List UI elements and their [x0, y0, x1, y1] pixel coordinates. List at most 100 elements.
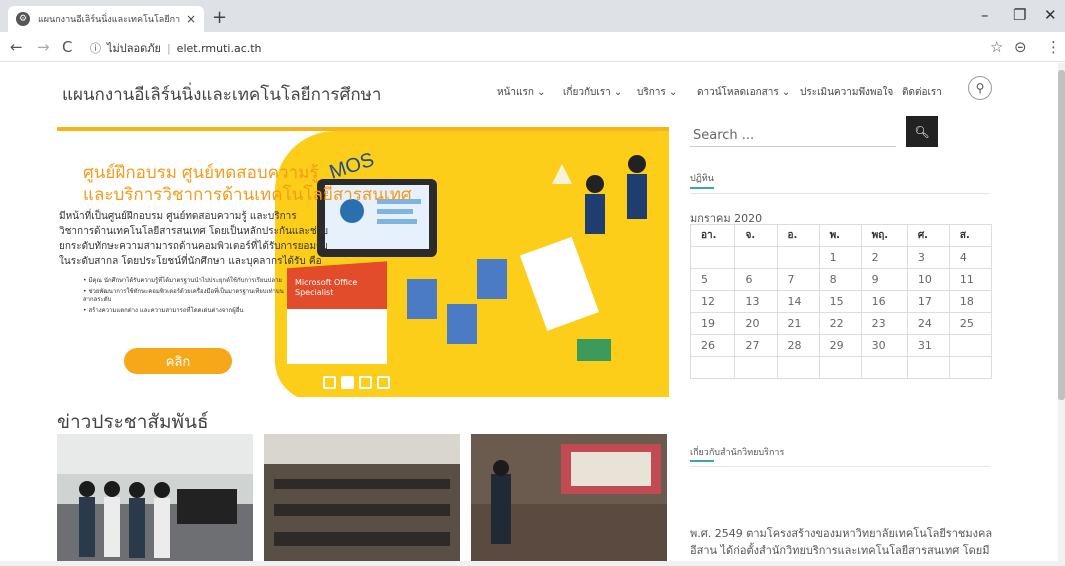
banner-list: มีคุณ นักศึกษาได้รับความรู้ที่ได้มาตรฐาน…	[83, 277, 293, 318]
browser-tab[interactable]: ⚙ แผนกงานอีเลิร์นนิ่งและเทคโนโลยีการศึก …	[8, 6, 204, 32]
calendar-day-cell[interactable]: 13	[734, 290, 778, 313]
calendar-day-cell[interactable]: 16	[860, 290, 908, 313]
nav-downloads[interactable]: ดาวน์โหลดเอกสาร ⌄	[697, 85, 790, 100]
calendar-day-cell[interactable]: 8	[818, 268, 862, 291]
nav-survey[interactable]: ประเมินความพึงพอใจ	[800, 85, 893, 100]
slide-dot-1[interactable]	[323, 376, 336, 389]
calendar-day-cell[interactable]: 11	[948, 268, 993, 291]
scrollbar-thumb[interactable]	[1058, 70, 1065, 400]
bookmark-star-icon[interactable]: ☆	[990, 38, 1003, 56]
calendar-day-cell[interactable]: 1	[818, 246, 862, 269]
calendar-day-cell[interactable]: 29	[818, 334, 862, 357]
calendar-day-cell[interactable]: 20	[734, 312, 778, 335]
calendar-day-cell[interactable]: 12	[689, 290, 736, 313]
about-widget-title: เกี่ยวกับสำนักวิทยบริการ	[690, 448, 785, 458]
calendar-day-cell[interactable]: 4	[948, 246, 993, 269]
calendar-day-cell	[948, 356, 993, 379]
calendar-day-cell[interactable]: 5	[689, 268, 736, 291]
money-shape	[577, 339, 611, 361]
news-photo-2[interactable]	[264, 434, 460, 561]
close-tab-icon[interactable]: ×	[186, 12, 196, 26]
calendar-week-row	[689, 356, 993, 379]
calendar-day-cell[interactable]: 22	[818, 312, 862, 335]
calendar-day-cell[interactable]: 14	[776, 290, 820, 313]
banner-click-button[interactable]: คลิก	[124, 348, 232, 374]
calendar-day-cell	[776, 246, 820, 269]
slide-dot-3[interactable]	[359, 376, 372, 389]
news-photo-1[interactable]	[57, 434, 253, 561]
mos-label: MOS	[327, 149, 377, 184]
horizontal-scrollbar[interactable]	[0, 561, 1065, 566]
calendar-week-row: 12 13 14 15 16 17 18	[689, 290, 993, 313]
calendar-day-cell[interactable]: 23	[860, 312, 908, 335]
banner-paragraph: มีหน้าที่เป็นศูนย์ฝึกอบรม ศูนย์ทดสอบความ…	[59, 211, 329, 267]
profile-icon[interactable]: ⊝	[1014, 38, 1027, 56]
calendar-day-cell[interactable]: 2	[860, 246, 908, 269]
omnibox[interactable]: ⓘ ไม่ปลอดภัย | elet.rmuti.ac.th	[90, 38, 975, 58]
calendar-day-cell[interactable]: 19	[689, 312, 736, 335]
nav-about[interactable]: เกี่ยวกับเรา ⌄	[563, 85, 622, 100]
calendar-day-cell[interactable]: 17	[906, 290, 950, 313]
banner-list-item: มีคุณ นักศึกษาได้รับความรู้ที่ได้มาตรฐาน…	[83, 277, 293, 285]
calendar-day-cell[interactable]: 27	[734, 334, 778, 357]
calendar-day-cell[interactable]: 6	[734, 268, 778, 291]
window-close-icon[interactable]: ✕	[1044, 6, 1057, 24]
calendar-day-cell[interactable]: 18	[948, 290, 993, 313]
slider-dots	[323, 376, 390, 389]
calendar-day-cell[interactable]: 15	[818, 290, 862, 313]
calendar-day-cell	[776, 356, 820, 379]
forward-icon[interactable]: →	[37, 38, 50, 56]
calendar-day-cell[interactable]: 3	[906, 246, 950, 269]
calendar-day-cell	[689, 356, 736, 379]
security-label: ไม่ปลอดภัย	[107, 42, 161, 55]
calendar-day-cell[interactable]: 7	[776, 268, 820, 291]
nav-services[interactable]: บริการ ⌄	[637, 85, 677, 100]
about-title-rule	[690, 466, 990, 467]
tab-strip: ⚙ แผนกงานอีเลิร์นนิ่งและเทคโนโลยีการศึก …	[0, 0, 1065, 32]
calendar-day-cell	[734, 356, 778, 379]
about-title-underline	[690, 460, 714, 462]
calendar-widget-title: ปฏิทิน	[690, 174, 714, 184]
news-photo-3[interactable]	[471, 434, 667, 561]
reload-icon[interactable]: C	[62, 38, 72, 56]
ms-office-line2: Specialist	[295, 288, 333, 297]
lightbulb-shape	[552, 164, 572, 184]
nav-home[interactable]: หน้าแรก ⌄	[497, 85, 545, 100]
menu-dots-icon[interactable]: ⋮	[1046, 38, 1061, 56]
calendar-day-cell[interactable]: 26	[689, 334, 736, 357]
calendar-body: 1 2 3 4 5 6 7 8 9 10 11 12 13 14 15 16 17 18 19 20 21 22 23 24 2…	[689, 246, 993, 379]
test-paper-shape	[519, 236, 599, 331]
slide-dot-2[interactable]	[341, 376, 354, 389]
seminar-photo-image	[264, 434, 460, 561]
back-icon[interactable]: ←	[10, 38, 23, 56]
slide-dot-4[interactable]	[377, 376, 390, 389]
calendar-day-cell[interactable]: 28	[776, 334, 820, 357]
weekday-header: พฤ.	[860, 224, 908, 247]
banner-heading-2: และบริการวิชาการด้านเทคโนโลยีสารสนเทศ	[83, 185, 412, 204]
calendar-day-cell[interactable]: 21	[776, 312, 820, 335]
weekday-header: อา.	[689, 224, 736, 247]
banner-list-item: ช่วยพัฒนาการใช้ทักษะคอมพิวเตอร์ด้วยเครื่…	[83, 288, 293, 304]
calendar-day-cell	[860, 356, 908, 379]
calendar-week-row: 19 20 21 22 23 24 25	[689, 312, 993, 335]
site-title[interactable]: แผนกงานอีเลิร์นนิ่งและเทคโนโลยีการศึกษา	[62, 81, 381, 108]
new-tab-button[interactable]: +	[212, 7, 227, 28]
calendar-day-cell[interactable]: 31	[906, 334, 950, 357]
calendar-day-cell[interactable]: 30	[860, 334, 908, 357]
restore-icon[interactable]: ❐	[1013, 6, 1026, 24]
info-icon[interactable]: ⓘ	[90, 40, 101, 56]
calendar-day-cell[interactable]: 25	[948, 312, 993, 335]
nav-contact[interactable]: ติดต่อเรา	[902, 85, 942, 100]
calendar-day-cell[interactable]: 9	[860, 268, 908, 291]
calendar-day-cell[interactable]: 10	[906, 268, 950, 291]
hero-banner[interactable]: MOS Microsoft Office Specialist ศูนย์ฝึก…	[57, 127, 669, 397]
address-bar-row: ← → C ⓘ ไม่ปลอดภัย | elet.rmuti.ac.th ☆ …	[0, 32, 1065, 62]
search-button[interactable]: 🔍︎	[906, 116, 938, 147]
calendar-day-cell[interactable]: 24	[906, 312, 950, 335]
weekday-header: จ.	[734, 224, 778, 247]
ms-office-line1: Microsoft Office	[295, 278, 357, 287]
search-icon[interactable]: ⚲	[968, 76, 992, 100]
minimize-icon[interactable]: –	[981, 6, 989, 24]
search-input[interactable]: Search ...	[690, 125, 896, 147]
about-text: พ.ศ. 2549 ตามโครงสร้างของมหาวิทยาลัยเทคโ…	[690, 527, 993, 557]
